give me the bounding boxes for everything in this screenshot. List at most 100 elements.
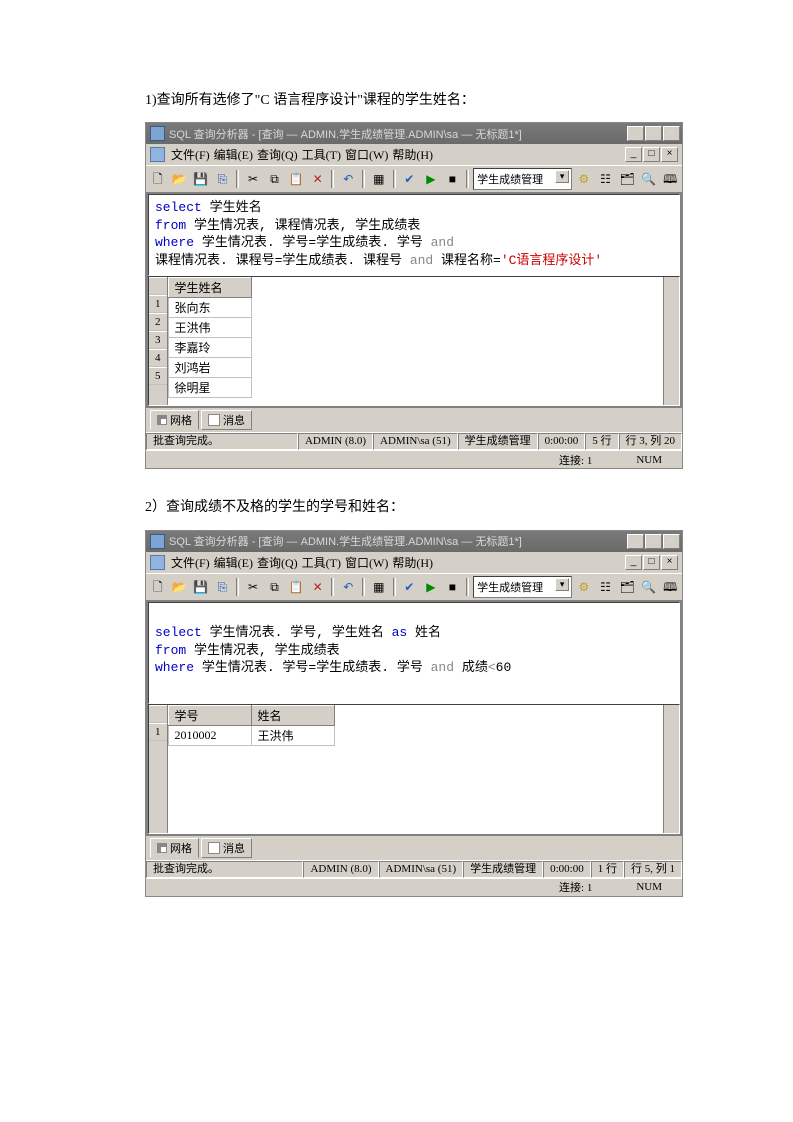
paste-icon[interactable]: 📋 xyxy=(286,169,306,189)
table-row: 刘鸿岩 xyxy=(168,358,251,378)
database-combo[interactable]: 学生成绩管理 xyxy=(473,576,572,598)
stop-icon[interactable]: ■ xyxy=(443,169,463,189)
copy-icon[interactable]: ⧉ xyxy=(265,169,285,189)
menu-file[interactable]: 文件(F) xyxy=(171,554,210,571)
tab-messages[interactable]: 消息 xyxy=(201,410,252,430)
status-conn: 连接: 1 xyxy=(559,879,592,895)
menu-file[interactable]: 文件(F) xyxy=(171,146,210,163)
objbrowser-icon[interactable]: 🗂 xyxy=(617,169,637,189)
new-icon[interactable]: 🗋 xyxy=(148,577,168,597)
clear-icon[interactable]: ✕ xyxy=(308,577,328,597)
open-icon[interactable]: 📂 xyxy=(170,577,190,597)
vertical-scrollbar[interactable] xyxy=(663,277,679,405)
statusbar-2: 连接: 1 NUM xyxy=(146,878,682,896)
clear-icon[interactable]: ✕ xyxy=(308,169,328,189)
mdi-minimize-button[interactable]: _ xyxy=(625,147,642,162)
toolbar: 🗋 📂 💾 ⎘ ✂ ⧉ 📋 ✕ ↶ ▦ ✔ ▶ ■ 学生成绩管理 ⚙ ☷ 🗂 🔍… xyxy=(146,573,682,600)
menu-tools[interactable]: 工具(T) xyxy=(302,554,341,571)
cut-icon[interactable]: ✂ xyxy=(243,169,263,189)
status-num: NUM xyxy=(636,881,662,893)
results-grid[interactable]: 学生姓名 张向东 王洪伟 李嘉玲 刘鸿岩 徐明星 xyxy=(168,277,664,405)
titlebar[interactable]: SQL 查询分析器 - [查询 — ADMIN.学生成绩管理.ADMIN\sa … xyxy=(146,531,682,552)
result-tabs: 网格 消息 xyxy=(146,836,682,860)
database-combo-value: 学生成绩管理 xyxy=(477,579,543,595)
minimize-button[interactable]: _ xyxy=(627,534,644,549)
execute-icon[interactable]: ▶ xyxy=(421,577,441,597)
menu-help[interactable]: 帮助(H) xyxy=(392,554,433,571)
menu-query[interactable]: 查询(Q) xyxy=(257,146,298,163)
find-icon[interactable]: 🔍 xyxy=(639,169,659,189)
close-button[interactable]: × xyxy=(663,126,680,141)
result-tabs: 网格 消息 xyxy=(146,408,682,432)
menu-query[interactable]: 查询(Q) xyxy=(257,554,298,571)
new-icon[interactable]: 🗋 xyxy=(148,169,168,189)
save-all-icon[interactable]: ⎘ xyxy=(213,169,233,189)
col-header[interactable]: 学号 xyxy=(168,705,251,725)
results-grid[interactable]: 学号姓名 2010002王洪伟 xyxy=(168,705,664,833)
save-icon[interactable]: 💾 xyxy=(191,577,211,597)
status-conn: 连接: 1 xyxy=(559,452,592,468)
undo-icon[interactable]: ↶ xyxy=(338,169,358,189)
stop-icon[interactable]: ■ xyxy=(443,577,463,597)
col-header[interactable]: 姓名 xyxy=(251,705,334,725)
menu-edit[interactable]: 编辑(E) xyxy=(214,146,253,163)
sql-editor[interactable]: select 学生姓名from 学生情况表, 课程情况表, 学生成绩表where… xyxy=(148,194,680,276)
paste-icon[interactable]: 📋 xyxy=(286,577,306,597)
database-combo[interactable]: 学生成绩管理 xyxy=(473,168,572,190)
mdi-minimize-button[interactable]: _ xyxy=(625,555,642,570)
mdi-maximize-button[interactable]: □ xyxy=(643,555,660,570)
cut-icon[interactable]: ✂ xyxy=(243,577,263,597)
sql-editor[interactable]: select 学生情况表. 学号, 学生姓名 as 姓名from 学生情况表, … xyxy=(148,602,680,704)
table-row: 王洪伟 xyxy=(168,318,251,338)
menubar: 文件(F) 编辑(E) 查询(Q) 工具(T) 窗口(W) 帮助(H) _ □ … xyxy=(146,552,682,573)
plan-icon[interactable]: ⚙ xyxy=(574,577,594,597)
parse-icon[interactable]: ✔ xyxy=(400,577,420,597)
menu-tools[interactable]: 工具(T) xyxy=(302,146,341,163)
grid-icon xyxy=(157,415,167,425)
vertical-scrollbar[interactable] xyxy=(663,705,679,833)
tab-grid[interactable]: 网格 xyxy=(150,410,199,430)
close-button[interactable]: × xyxy=(663,534,680,549)
help-icon[interactable]: 🕮 xyxy=(660,169,680,189)
mdi-close-button[interactable]: × xyxy=(661,147,678,162)
parse-icon[interactable]: ✔ xyxy=(400,169,420,189)
results-icon[interactable]: ▦ xyxy=(369,577,389,597)
statusbar-2: 连接: 1 NUM xyxy=(146,450,682,468)
minimize-button[interactable]: _ xyxy=(627,126,644,141)
objbrowser-icon[interactable]: 🗂 xyxy=(617,577,637,597)
row-numbers: 1 xyxy=(149,705,168,833)
table-row: 张向东 xyxy=(168,298,251,318)
statusbar: 批查询完成。 ADMIN (8.0) ADMIN\sa (51) 学生成绩管理 … xyxy=(146,860,682,878)
maximize-button[interactable]: □ xyxy=(645,534,662,549)
mdi-icon xyxy=(150,147,165,162)
maximize-button[interactable]: □ xyxy=(645,126,662,141)
mdi-maximize-button[interactable]: □ xyxy=(643,147,660,162)
tab-messages[interactable]: 消息 xyxy=(201,838,252,858)
save-all-icon[interactable]: ⎘ xyxy=(213,577,233,597)
titlebar[interactable]: SQL 查询分析器 - [查询 — ADMIN.学生成绩管理.ADMIN\sa … xyxy=(146,123,682,144)
save-icon[interactable]: 💾 xyxy=(191,169,211,189)
status-msg: 批查询完成。 xyxy=(146,433,298,450)
execute-icon[interactable]: ▶ xyxy=(421,169,441,189)
menu-window[interactable]: 窗口(W) xyxy=(345,554,388,571)
col-header[interactable]: 学生姓名 xyxy=(168,278,251,298)
copy-icon[interactable]: ⧉ xyxy=(265,577,285,597)
tab-grid[interactable]: 网格 xyxy=(150,838,199,858)
menu-edit[interactable]: 编辑(E) xyxy=(214,554,253,571)
open-icon[interactable]: 📂 xyxy=(170,169,190,189)
question-2-text: 2）查询成绩不及格的学生的学号和姓名： xyxy=(145,497,668,519)
menu-window[interactable]: 窗口(W) xyxy=(345,146,388,163)
results-icon[interactable]: ▦ xyxy=(369,169,389,189)
trace-icon[interactable]: ☷ xyxy=(596,169,616,189)
find-icon[interactable]: 🔍 xyxy=(639,577,659,597)
menubar: 文件(F) 编辑(E) 查询(Q) 工具(T) 窗口(W) 帮助(H) _ □ … xyxy=(146,144,682,165)
statusbar: 批查询完成。 ADMIN (8.0) ADMIN\sa (51) 学生成绩管理 … xyxy=(146,432,682,450)
undo-icon[interactable]: ↶ xyxy=(338,577,358,597)
mdi-close-button[interactable]: × xyxy=(661,555,678,570)
plan-icon[interactable]: ⚙ xyxy=(574,169,594,189)
sql-analyzer-window-2: SQL 查询分析器 - [查询 — ADMIN.学生成绩管理.ADMIN\sa … xyxy=(145,530,683,897)
help-icon[interactable]: 🕮 xyxy=(660,577,680,597)
message-icon xyxy=(208,414,220,426)
menu-help[interactable]: 帮助(H) xyxy=(392,146,433,163)
trace-icon[interactable]: ☷ xyxy=(596,577,616,597)
